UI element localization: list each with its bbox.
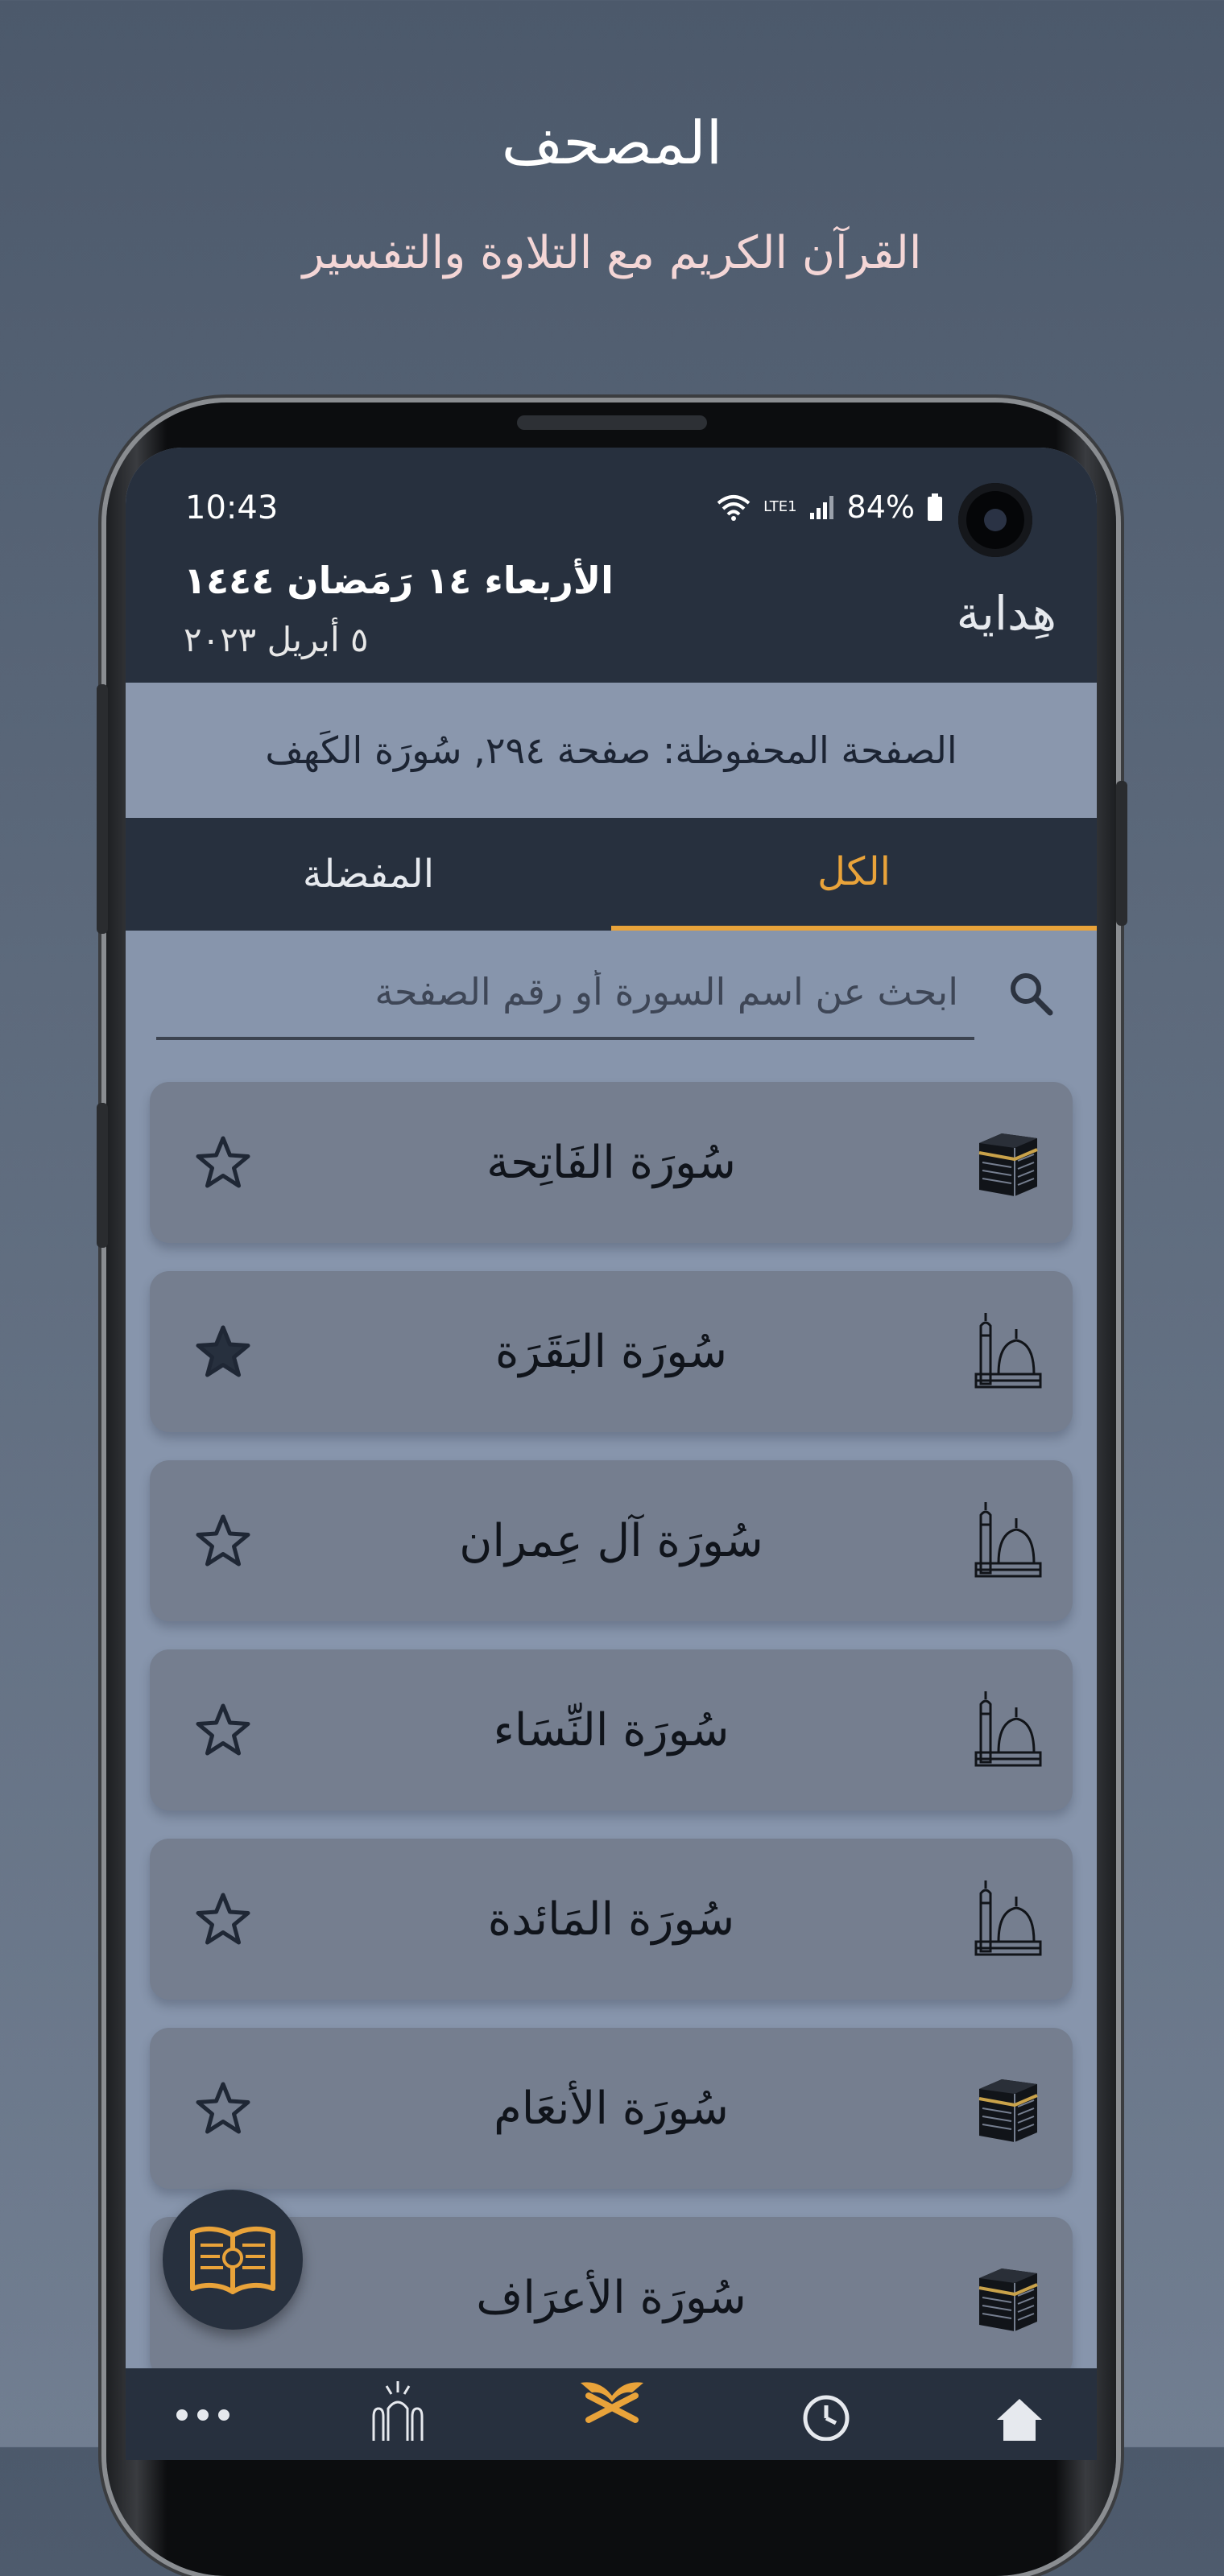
nav-more[interactable] [155,2376,251,2460]
surah-row[interactable]: سُورَة البَقَرَة [150,1271,1073,1432]
saved-page-text: الصفحة المحفوظة: صفحة ٢٩٤, سُورَة الكَهف [265,729,957,772]
search-icon[interactable] [1003,966,1058,1021]
mosque-icon [974,1313,1042,1389]
phone-bixby-button [97,1103,108,1248]
search-bar [156,947,1074,1043]
nav-prayer-times[interactable] [778,2376,875,2460]
lte-indicator: LTE1 [763,498,797,515]
more-dots-icon [176,2409,229,2421]
mosque-icon [974,1502,1042,1578]
kaaba-icon [978,2268,1038,2331]
phone-volume-button [97,684,108,934]
star-outline-icon[interactable] [195,1703,251,1759]
surah-row[interactable]: سُورَة المَائدة [150,1839,1073,2000]
surah-row[interactable]: سُورَة آل عِمران [150,1460,1073,1621]
nav-quran[interactable] [564,2376,660,2460]
star-filled-icon[interactable] [195,1324,251,1381]
promo-title: المصحف [501,109,723,178]
surah-name: سُورَة آل عِمران [459,1514,763,1567]
surah-row[interactable]: سُورَة الأنعَام [150,2028,1073,2189]
star-outline-icon[interactable] [195,2081,251,2137]
tab-bar: المفضلة الكل [126,818,1097,931]
saved-page-banner[interactable]: الصفحة المحفوظة: صفحة ٢٩٤, سُورَة الكَهف [126,683,1097,818]
mosque-icon [974,1691,1042,1767]
hijri-date: الأربعاء ١٤ رَمَضان ١٤٤٤ [184,559,614,602]
star-outline-icon[interactable] [195,1892,251,1948]
surah-name: سُورَة الأنعَام [494,2082,729,2135]
home-icon [997,2399,1042,2441]
app-header: 10:43 LTE1 84% الأربعاء ١٤ رَمَضان ١٤٤٤ … [126,448,1097,683]
app-logo[interactable]: هِداية [957,586,1057,641]
nav-home[interactable] [971,2376,1068,2460]
front-camera [958,483,1032,557]
nav-prayer[interactable] [349,2376,446,2460]
surah-name: سُورَة المَائدة [487,1893,735,1946]
kaaba-icon [978,2079,1038,2142]
open-book-icon [190,2226,275,2294]
read-quran-fab[interactable] [163,2190,303,2330]
tab-all[interactable]: الكل [611,818,1097,931]
surah-row[interactable]: سُورَة الفَاتِحة [150,1082,1073,1243]
surah-name: سُورَة البَقَرَة [494,1325,728,1378]
status-icons: LTE1 84% [715,489,944,525]
signal-icon [809,496,833,519]
battery-icon [928,493,942,521]
wifi-icon [717,495,751,521]
kaaba-icon [978,1133,1038,1196]
mosque-domes-icon [372,2381,424,2441]
star-outline-icon[interactable] [195,1135,251,1191]
promo-subtitle: القرآن الكريم مع التلاوة والتفسير [302,227,922,279]
tab-favorites[interactable]: المفضلة [126,818,611,931]
phone-speaker [517,415,707,430]
clock-icon [803,2395,850,2441]
mosque-icon [974,1880,1042,1956]
battery-percent: 84% [846,489,915,525]
surah-name: سُورَة الأعرَاف [476,2271,746,2324]
app-screen: 10:43 LTE1 84% الأربعاء ١٤ رَمَضان ١٤٤٤ … [126,448,1097,2460]
bottom-navigation [126,2368,1097,2460]
surah-name: سُورَة الفَاتِحة [486,1136,736,1189]
surah-name: سُورَة النِّسَاء [493,1703,730,1757]
status-time: 10:43 [185,489,279,526]
phone-power-button [1116,781,1127,926]
gregorian-date: ٥ أبريل ٢٠٢٣ [184,620,369,659]
search-input[interactable] [156,947,974,1040]
quran-stand-icon [581,2382,643,2423]
surah-row[interactable]: سُورَة النِّسَاء [150,1649,1073,1810]
star-outline-icon[interactable] [195,1513,251,1570]
